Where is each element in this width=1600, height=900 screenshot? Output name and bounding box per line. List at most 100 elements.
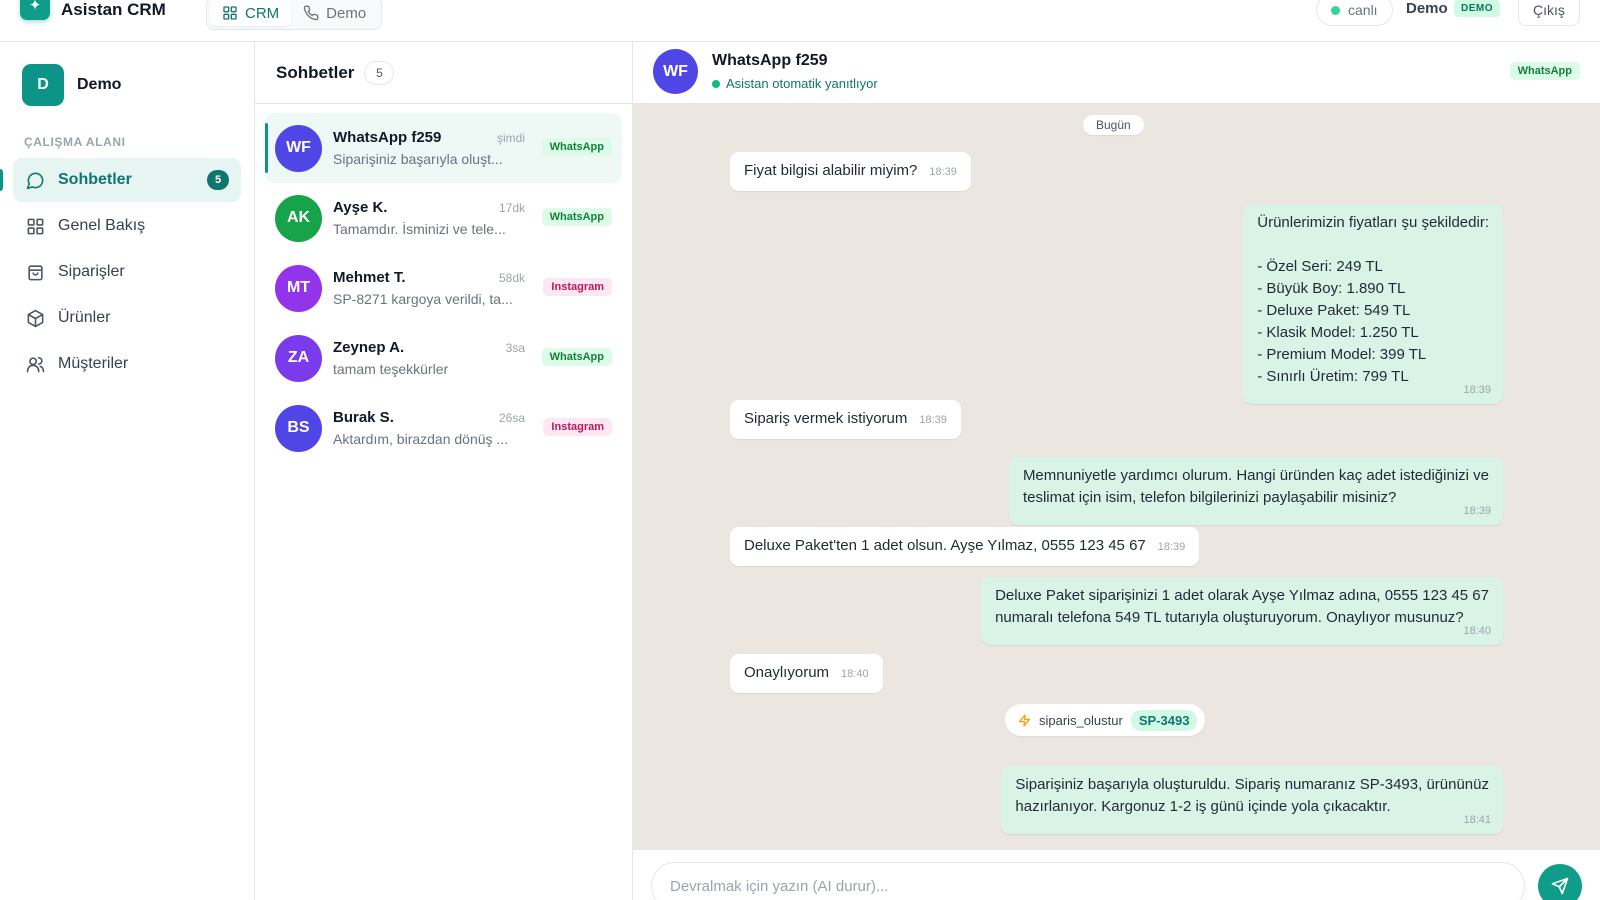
list-item[interactable]: MT Mehmet T. 58dk SP-8271 kargoya verildi, … xyxy=(265,253,622,323)
message-text: Ürünlerimizin fiyatları şu şekildedir: -… xyxy=(1257,214,1489,385)
avatar: AK xyxy=(275,194,322,242)
message-text: Deluxe Paket siparişinizi 1 adet olarak … xyxy=(995,587,1489,626)
top-bar: ✦ Asistan CRM CRM Demo canlı Demo DEMO Ç… xyxy=(0,0,1600,42)
sidebar-item-sohbetler[interactable]: Sohbetler 5 xyxy=(0,158,241,202)
unread-count-badge: 5 xyxy=(207,170,229,190)
conversation-items: WF WhatsApp f259 şimdi Siparişiniz başarıyl… xyxy=(255,104,632,463)
tab-label: CRM xyxy=(245,4,280,22)
conversation-preview: SP-8271 kargoya verildi, ta... xyxy=(333,291,513,307)
sidebar: D Demo ÇALIŞMA ALANI Sohbetler 5 Genel B… xyxy=(0,42,255,900)
conversation-top-row: Mehmet T. 58dk xyxy=(333,269,525,286)
workspace-name[interactable]: Demo xyxy=(77,76,121,94)
list-item[interactable]: AK Ayşe K. 17dk Tamamdır. İsminizi ve tele.… xyxy=(265,183,622,253)
sidebar-item-label: Ürünler xyxy=(58,309,111,326)
send-icon xyxy=(1551,877,1569,895)
workspace-avatar[interactable]: D xyxy=(22,64,64,106)
conversation-count-badge: 5 xyxy=(364,60,395,85)
conversation-preview: Aktardım, birazdan dönüş ... xyxy=(333,431,509,447)
conversation-name: Ayşe K. xyxy=(333,199,388,216)
message-input[interactable] xyxy=(651,862,1525,900)
message-text: Siparişiniz başarıyla oluşturuldu. Sipar… xyxy=(1015,776,1489,815)
message-time: 18:39 xyxy=(1463,384,1491,396)
conversation-body: Ayşe K. 17dk Tamamdır. İsminizi ve tele... xyxy=(333,199,525,237)
conversation-preview: Siparişiniz başarıyla oluşt... xyxy=(333,151,503,167)
conversation-time: şimdi xyxy=(496,131,525,145)
conversation-time: 58dk xyxy=(498,271,525,285)
message-outgoing: Memnuniyetle yardımcı olurum. Hangi ürün… xyxy=(1008,457,1503,525)
live-status: canlı xyxy=(1316,0,1393,26)
message-time: 18:39 xyxy=(1463,505,1491,517)
grid-icon xyxy=(223,6,237,20)
avatar: WF xyxy=(653,49,698,94)
live-label: canlı xyxy=(1348,2,1378,18)
message-composer xyxy=(633,849,1600,900)
order-reference[interactable]: SP-3493 xyxy=(1130,709,1198,731)
tab-demo[interactable]: Demo xyxy=(291,0,378,26)
channel-badge: Instagram xyxy=(543,278,612,296)
conversation-name: Burak S. xyxy=(333,409,394,426)
message-text: Fiyat bilgisi alabilir miyim? xyxy=(744,162,918,179)
list-item[interactable]: ZA Zeynep A. 3sa tamam teşekkürler WhatsApp xyxy=(265,323,622,393)
conversation-name: Mehmet T. xyxy=(333,269,406,286)
chat-contact-name: WhatsApp f259 xyxy=(712,52,828,69)
message-incoming: Onaylıyorum 18:40 xyxy=(730,654,883,693)
channel-badge: Instagram xyxy=(543,418,612,436)
channel-badge: WhatsApp xyxy=(1509,62,1580,80)
message-text: Memnuniyetle yardımcı olurum. Hangi ürün… xyxy=(1022,467,1489,506)
conversation-top-row: Ayşe K. 17dk xyxy=(333,199,525,216)
conversation-top-row: WhatsApp f259 şimdi xyxy=(333,129,525,146)
grid-icon xyxy=(27,218,44,234)
conversation-top-row: Zeynep A. 3sa xyxy=(333,339,525,356)
app-logo-icon: ✦ xyxy=(20,0,50,20)
message-text: Onaylıyorum xyxy=(744,664,830,681)
channel-badge: WhatsApp xyxy=(541,208,612,226)
message-time: 18:40 xyxy=(1463,625,1491,637)
logout-button[interactable]: Çıkış xyxy=(1518,0,1580,26)
chat-status-text: Asistan otomatik yanıtlıyor xyxy=(726,76,878,91)
conversation-body: WhatsApp f259 şimdi Siparişiniz başarıyla … xyxy=(333,129,525,167)
conversation-preview: Tamamdır. İsminizi ve tele... xyxy=(333,221,506,237)
box-icon xyxy=(27,309,44,327)
list-item[interactable]: BS Burak S. 26sa Aktardım, birazdan dönüş .… xyxy=(265,393,622,463)
conversation-body: Mehmet T. 58dk SP-8271 kargoya verildi, ta… xyxy=(333,269,525,307)
tab-crm[interactable]: CRM xyxy=(210,0,292,26)
users-icon xyxy=(26,356,45,372)
channel-badge: WhatsApp xyxy=(541,138,612,156)
app-title: Asistan CRM xyxy=(61,0,166,19)
chat-bubble-icon xyxy=(26,172,44,189)
conversation-time: 3sa xyxy=(505,341,525,355)
message-time: 18:39 xyxy=(929,166,957,178)
message-incoming: Deluxe Paket'ten 1 adet olsun. Ayşe Yılm… xyxy=(730,527,1200,566)
message-incoming: Sipariş vermek istiyorum 18:39 xyxy=(730,400,961,439)
conversation-body: Zeynep A. 3sa tamam teşekkürler xyxy=(333,339,525,377)
message-time: 18:39 xyxy=(1157,541,1186,553)
conversation-list-title: Sohbetler xyxy=(276,62,355,82)
conversation-top-row: Burak S. 26sa xyxy=(333,409,525,426)
message-time: 18:39 xyxy=(919,414,947,426)
conversation-preview: tamam teşekkürler xyxy=(333,361,449,377)
avatar: BS xyxy=(275,404,322,452)
chat-header: WF WhatsApp f259 Asistan otomatik yanıtl… xyxy=(633,42,1600,104)
sidebar-item-musteriler[interactable]: Müşteriler xyxy=(13,342,241,386)
conversation-name: WhatsApp f259 xyxy=(333,129,442,146)
list-item[interactable]: WF WhatsApp f259 şimdi Siparişiniz başarıyl… xyxy=(265,113,622,183)
channel-badge: WhatsApp xyxy=(541,348,612,366)
day-separator: Bugün xyxy=(1083,115,1144,135)
conversation-list-header: Sohbetler 5 xyxy=(255,42,632,104)
conversation-time: 26sa xyxy=(498,411,525,425)
send-button[interactable] xyxy=(1538,864,1582,900)
sidebar-nav: Sohbetler 5 Genel Bakış Siparişler Ürünl… xyxy=(0,158,241,388)
sidebar-item-urunler[interactable]: Ürünler xyxy=(13,296,241,340)
status-dot-icon xyxy=(712,79,720,88)
avatar: ZA xyxy=(275,334,322,382)
message-outgoing: Siparişiniz başarıyla oluşturuldu. Sipar… xyxy=(1001,766,1503,834)
sidebar-item-siparisler[interactable]: Siparişler xyxy=(13,250,241,294)
sidebar-item-label: Genel Bakış xyxy=(58,217,146,234)
section-label: ÇALIŞMA ALANI xyxy=(24,135,126,149)
chat-panel: WF WhatsApp f259 Asistan otomatik yanıtl… xyxy=(633,42,1600,900)
sidebar-item-label: Müşteriler xyxy=(58,355,129,372)
sidebar-item-genel-bakis[interactable]: Genel Bakış xyxy=(13,204,241,248)
avatar: MT xyxy=(275,264,322,312)
avatar: WF xyxy=(275,124,322,172)
message-outgoing: Deluxe Paket siparişinizi 1 adet olarak … xyxy=(981,577,1503,645)
